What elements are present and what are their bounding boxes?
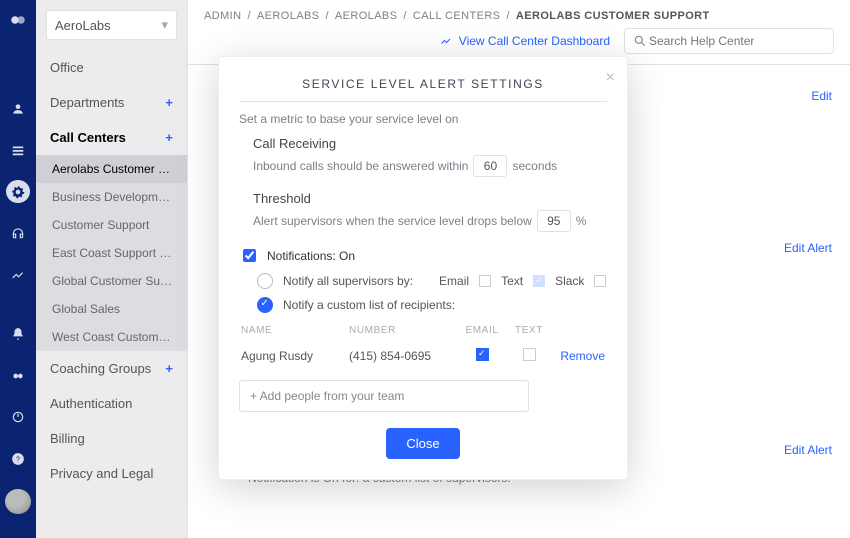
sidebar-item-billing[interactable]: Billing [36,421,187,456]
cc-item[interactable]: Business Development [36,183,187,211]
link-icon[interactable] [6,364,30,388]
row-email-checkbox[interactable] [476,348,489,361]
cc-item[interactable]: Global Customer Sup... [36,267,187,295]
cc-item[interactable]: Global Sales [36,295,187,323]
col-number: NUMBER [349,325,457,336]
notify-supervisors-radio[interactable] [257,273,273,289]
channel-label: Email [439,274,469,288]
recipients-table: NAME NUMBER EMAIL TEXT Agung Rusdy (415)… [239,321,607,372]
headset-icon[interactable] [6,221,30,245]
user-icon[interactable] [6,97,30,121]
channel-text-checkbox[interactable] [533,275,545,287]
sidebar-item-privacy[interactable]: Privacy and Legal [36,456,187,491]
sidebar-label: Call Centers [50,130,126,145]
modal-hint: Set a metric to base your service level … [239,112,607,126]
logo-icon [6,8,30,32]
option-label: Notify all supervisors by: [283,274,413,288]
search-help[interactable] [624,28,834,54]
channel-label: Text [501,274,523,288]
sidebar-item-office[interactable]: Office [36,50,187,85]
add-coaching-icon[interactable]: + [165,361,173,376]
svg-text:?: ? [16,456,20,463]
section-title: Threshold [253,191,607,206]
channel-email-checkbox[interactable] [479,275,491,287]
sidebar-label: Privacy and Legal [50,466,153,481]
avatar[interactable] [5,489,31,514]
breadcrumb: ADMIN / AEROLABS / AEROLABS / CALL CENTE… [188,0,850,22]
sidebar-label: Office [50,60,84,75]
section-desc: Alert supervisors when the service level… [253,214,532,228]
org-selector[interactable]: AeroLabs ▾ [46,10,177,40]
notifications-label: Notifications: On [267,249,355,263]
sidebar: AeroLabs ▾ Office Departments + Call Cent… [36,0,188,538]
crumb[interactable]: AEROLABS [335,10,398,22]
service-level-modal: × SERVICE LEVEL ALERT SETTINGS Set a met… [218,56,628,480]
edit-alert-link[interactable]: Edit Alert [784,241,832,255]
nav-rail: ? [0,0,36,538]
row-text-checkbox[interactable] [523,348,536,361]
edit-link[interactable]: Edit [811,89,832,103]
notify-custom-radio[interactable] [257,297,273,313]
cc-item[interactable]: Customer Support [36,211,187,239]
cell-name: Agung Rusdy [241,349,349,363]
search-input[interactable] [647,33,825,49]
chevron-down-icon: ▾ [161,17,168,33]
org-icon[interactable] [6,138,30,162]
unit-label: % [576,214,587,228]
remove-link[interactable]: Remove [551,349,605,363]
cc-item[interactable]: West Coast Customer... [36,323,187,351]
sidebar-item-auth[interactable]: Authentication [36,386,187,421]
channel-label: Slack [555,274,584,288]
trend-icon [439,35,453,47]
sidebar-item-departments[interactable]: Departments + [36,85,187,120]
cc-item[interactable]: Aerolabs Customer S... [36,155,187,183]
col-text: TEXT [507,325,551,336]
sidebar-item-coaching[interactable]: Coaching Groups + [36,351,187,386]
answer-within-input[interactable] [473,155,507,177]
modal-title: SERVICE LEVEL ALERT SETTINGS [239,77,607,91]
bell-icon[interactable] [6,323,30,347]
gear-icon[interactable] [6,180,30,204]
callcenter-list: Aerolabs Customer S... Business Developm… [36,155,187,351]
threshold-input[interactable] [537,210,571,232]
view-dashboard-link[interactable]: View Call Center Dashboard [439,34,610,48]
trend-icon[interactable] [6,263,30,287]
unit-label: seconds [512,159,557,173]
sidebar-label: Departments [50,95,124,110]
add-callcenter-icon[interactable]: + [165,130,173,145]
channel-slack-checkbox[interactable] [594,275,606,287]
search-icon [633,34,647,48]
power-icon[interactable] [6,406,30,430]
link-label: View Call Center Dashboard [459,34,610,48]
add-people-input[interactable]: + Add people from your team [239,380,529,412]
crumb-current: AEROLABS CUSTOMER SUPPORT [516,10,710,22]
edit-alert-link[interactable]: Edit Alert [784,443,832,457]
crumb[interactable]: AEROLABS [257,10,320,22]
help-icon[interactable]: ? [6,447,30,471]
cell-number: (415) 854-0695 [349,349,457,363]
notifications-toggle[interactable] [243,249,256,262]
sidebar-label: Coaching Groups [50,361,151,376]
table-row: Agung Rusdy (415) 854-0695 Remove [239,340,607,372]
col-name: NAME [241,325,349,336]
section-title: Call Receiving [253,136,607,151]
add-department-icon[interactable]: + [165,95,173,110]
sidebar-label: Billing [50,431,85,446]
section-desc: Inbound calls should be answered within [253,159,468,173]
crumb[interactable]: CALL CENTERS [413,10,501,22]
cc-item[interactable]: East Coast Support 2... [36,239,187,267]
sidebar-label: Authentication [50,396,132,411]
option-label: Notify a custom list of recipients: [283,298,455,312]
org-name: AeroLabs [55,18,111,33]
close-button[interactable]: Close [386,428,459,459]
crumb[interactable]: ADMIN [204,10,241,22]
col-email: EMAIL [457,325,507,336]
close-icon[interactable]: × [606,69,615,87]
sidebar-item-callcenters[interactable]: Call Centers + [36,120,187,155]
